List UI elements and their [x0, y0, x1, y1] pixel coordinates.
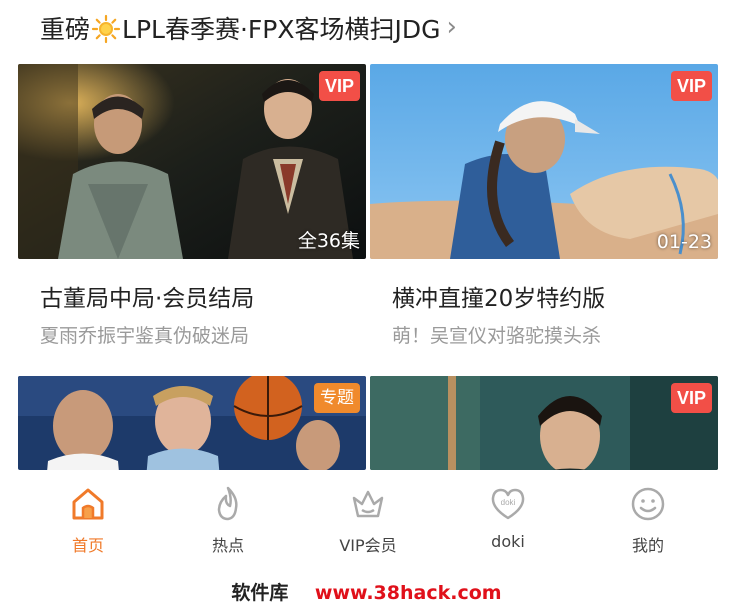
video-thumbnail[interactable]: VIP 全36集 — [18, 64, 366, 259]
sun-icon — [91, 14, 121, 44]
tab-label: doki — [491, 532, 525, 551]
smiley-face-icon — [631, 487, 665, 521]
video-card[interactable]: VIP — [370, 376, 718, 470]
thumbnail-image — [370, 376, 718, 470]
chevron-right-icon[interactable]: › — [446, 12, 456, 42]
doki-heart-icon: doki — [491, 488, 525, 520]
video-card[interactable]: 专题 — [18, 376, 366, 470]
video-thumbnail[interactable]: VIP 01-23 — [370, 64, 718, 259]
video-thumbnail[interactable]: VIP — [370, 376, 718, 470]
episode-count: 全36集 — [297, 230, 360, 252]
video-thumbnail[interactable]: 专题 — [18, 376, 366, 470]
vip-badge: VIP — [670, 71, 712, 101]
vip-badge: VIP — [670, 383, 712, 413]
tab-vip[interactable]: VIP会员 — [308, 484, 428, 556]
card-subtitle: 萌！吴宣仪对骆驼摸头杀 — [392, 325, 602, 347]
video-card[interactable]: VIP 全36集 古董局中局·会员结局 夏雨乔振宇鉴真伪破迷局 — [18, 64, 366, 348]
video-card[interactable]: VIP 01-23 横冲直撞20岁特约版 萌！吴宣仪对骆驼摸头杀 — [370, 64, 718, 348]
card-subtitle: 夏雨乔振宇鉴真伪破迷局 — [40, 325, 250, 347]
watermark-right: www.38hack.com — [314, 582, 502, 604]
title-prefix: 重磅 — [40, 15, 91, 44]
section-title: 重磅 LPL春季赛·FPX客场横扫JDG — [40, 10, 440, 46]
tab-label: 我的 — [631, 536, 664, 555]
title-text: LPL春季赛·FPX客场横扫JDG — [122, 15, 441, 44]
svg-text:doki: doki — [501, 498, 516, 507]
tab-label: VIP会员 — [339, 536, 397, 555]
episode-date: 01-23 — [656, 231, 712, 253]
card-title[interactable]: 横冲直撞20岁特约版 — [392, 279, 718, 313]
tab-home[interactable]: 首页 — [28, 484, 148, 556]
tab-doki[interactable]: doki doki — [448, 484, 568, 551]
flame-icon — [217, 486, 238, 521]
tab-hot[interactable]: 热点 — [168, 484, 288, 556]
home-icon — [72, 488, 104, 520]
watermark-left: 软件库 — [231, 582, 289, 604]
vip-crown-icon — [352, 490, 384, 518]
card-title[interactable]: 古董局中局·会员结局 — [40, 279, 366, 313]
tab-me[interactable]: 我的 — [588, 484, 708, 556]
topic-badge: 专题 — [314, 383, 360, 413]
watermark: 软件库 www.38hack.com — [0, 578, 733, 605]
tab-label: 首页 — [71, 536, 104, 555]
section-header[interactable]: 重磅 LPL春季赛·FPX客场横扫JDG › — [40, 10, 457, 46]
vip-badge: VIP — [318, 71, 360, 101]
tab-label: 热点 — [211, 536, 244, 555]
thumbnail-image — [370, 64, 718, 259]
bottom-tab-bar: 首页 热点 VIP会员 doki doki 我的 — [0, 470, 733, 570]
